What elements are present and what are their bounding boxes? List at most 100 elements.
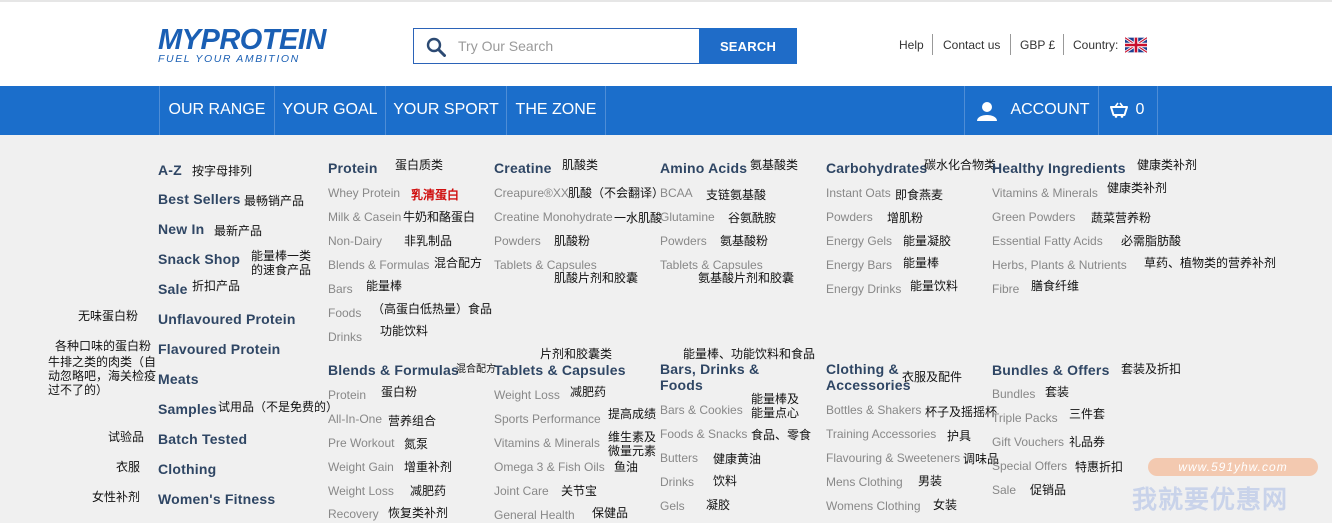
menu-link[interactable]: Instant Oats: [826, 186, 891, 201]
nav-your-goal[interactable]: YOUR GOAL: [275, 86, 385, 135]
menu-link[interactable]: Weight Loss: [328, 484, 394, 499]
menu-link[interactable]: Glutamine: [660, 210, 715, 225]
menu-link[interactable]: Whey Protein: [328, 186, 400, 201]
menu-link[interactable]: Weight Loss: [494, 388, 560, 403]
menu-link[interactable]: Gels: [660, 499, 685, 514]
menu-heading-blends-formulas[interactable]: Blends & Formulas: [328, 361, 459, 379]
menu-heading-creatine[interactable]: Creatine: [494, 159, 552, 177]
basket-count[interactable]: 0: [1132, 86, 1148, 135]
menu-link-samples[interactable]: Samples: [158, 400, 217, 418]
menu-note: 减肥药: [570, 385, 607, 399]
nav-the-zone[interactable]: THE ZONE: [507, 86, 605, 135]
menu-note: 氨基酸粉: [720, 234, 769, 248]
menu-link[interactable]: Pre Workout: [328, 436, 394, 451]
menu-link[interactable]: Drinks: [660, 475, 694, 490]
menu-link[interactable]: Triple Packs: [992, 411, 1058, 426]
nav-your-sport[interactable]: YOUR SPORT: [386, 86, 506, 135]
menu-link-unflavoured-protein[interactable]: Unflavoured Protein: [158, 310, 296, 328]
menu-link[interactable]: Vitamins & Minerals: [494, 436, 600, 451]
menu-link[interactable]: Weight Gain: [328, 460, 394, 475]
menu-link[interactable]: Training Accessories: [826, 427, 936, 442]
menu-link[interactable]: Sports Performance: [494, 412, 601, 427]
menu-link[interactable]: Mens Clothing: [826, 475, 903, 490]
search-button[interactable]: SEARCH: [699, 28, 797, 64]
menu-link-sale[interactable]: Sale: [158, 280, 188, 298]
menu-link[interactable]: Gift Vouchers: [992, 435, 1064, 450]
menu-link[interactable]: Foods: [328, 306, 361, 321]
menu-link-clothing[interactable]: Clothing: [158, 460, 216, 478]
menu-link[interactable]: Bars & Cookies: [660, 403, 743, 418]
menu-heading-protein[interactable]: Protein: [328, 159, 378, 177]
menu-heading-tablets-capsules[interactable]: Tablets & Capsules: [494, 361, 626, 379]
watermark: www.591yhw.com 我就要优惠网: [1118, 455, 1332, 519]
menu-link[interactable]: Recovery: [328, 507, 379, 522]
menu-link[interactable]: Fibre: [992, 282, 1019, 297]
menu-link-a-z[interactable]: A-Z: [158, 161, 182, 179]
menu-link[interactable]: Butters: [660, 451, 698, 466]
menu-link[interactable]: Creapure®XX: [494, 186, 569, 201]
menu-link[interactable]: Energy Drinks: [826, 282, 901, 297]
menu-link[interactable]: Vitamins & Minerals: [992, 186, 1098, 201]
menu-link[interactable]: Protein: [328, 388, 366, 403]
menu-link[interactable]: All-In-One: [328, 412, 382, 427]
menu-link[interactable]: Powders: [660, 234, 707, 249]
search-input[interactable]: [458, 30, 694, 62]
country-label[interactable]: Country:: [1073, 37, 1118, 53]
menu-link[interactable]: Bottles & Shakers: [826, 403, 921, 418]
menu-link[interactable]: Energy Bars: [826, 258, 892, 273]
menu-link[interactable]: Drinks: [328, 330, 362, 345]
menu-heading-bundles-offers[interactable]: Bundles & Offers: [992, 361, 1110, 379]
menu-link[interactable]: BCAA: [660, 186, 693, 201]
menu-heading-carbohydrates[interactable]: Carbohydrates: [826, 159, 927, 177]
menu-link[interactable]: Powders: [826, 210, 873, 225]
menu-link[interactable]: Joint Care: [494, 484, 549, 499]
nav-divider: [1098, 86, 1099, 135]
logo-tagline: FUEL YOUR AMBITION: [158, 53, 300, 65]
menu-note: 必需脂肪酸: [1121, 234, 1182, 248]
menu-heading-clothing-accessories[interactable]: Clothing & Accessories: [826, 361, 911, 393]
menu-link[interactable]: Powders: [494, 234, 541, 249]
menu-link[interactable]: Flavouring & Sweeteners: [826, 451, 960, 466]
menu-link-best-sellers[interactable]: Best Sellers: [158, 190, 241, 208]
menu-link-meats[interactable]: Meats: [158, 370, 199, 388]
menu-link-batch-tested[interactable]: Batch Tested: [158, 430, 247, 448]
account-icon[interactable]: [977, 101, 997, 121]
myprotein-logo[interactable]: MYPROTEIN FUEL YOUR AMBITION: [158, 24, 344, 68]
menu-link[interactable]: General Health: [494, 508, 575, 523]
currency-selector[interactable]: GBP £: [1020, 37, 1055, 53]
menu-link[interactable]: Foods & Snacks: [660, 427, 747, 442]
menu-note: 增肌粉: [887, 211, 924, 225]
logo-wordmark: MYPROTEIN: [158, 24, 326, 56]
menu-link[interactable]: Essential Fatty Acids: [992, 234, 1103, 249]
menu-link[interactable]: Green Powders: [992, 210, 1075, 225]
menu-link[interactable]: Womens Clothing: [826, 499, 921, 514]
menu-link[interactable]: Omega 3 & Fish Oils: [494, 460, 605, 475]
menu-link[interactable]: Sale: [992, 483, 1016, 498]
menu-link[interactable]: Creatine Monohydrate: [494, 210, 613, 225]
menu-link[interactable]: Blends & Formulas: [328, 258, 429, 273]
menu-link-flavoured-protein[interactable]: Flavoured Protein: [158, 340, 280, 358]
menu-link-womens-fitness[interactable]: Women's Fitness: [158, 490, 275, 508]
menu-link[interactable]: Special Offers: [992, 459, 1067, 474]
menu-link[interactable]: Milk & Casein: [328, 210, 401, 225]
menu-note: 关节宝: [561, 484, 598, 498]
menu-heading-amino-acids[interactable]: Amino Acids: [660, 159, 747, 177]
menu-link-snack-shop[interactable]: Snack Shop: [158, 250, 240, 268]
menu-heading-bars-drinks-foods[interactable]: Bars, Drinks & Foods: [660, 361, 759, 393]
account-link[interactable]: ACCOUNT: [1005, 86, 1095, 135]
menu-note: 饮料: [713, 474, 738, 488]
menu-heading-healthy-ingredients[interactable]: Healthy Ingredients: [992, 159, 1126, 177]
menu-note: 肌酸（不会翻译）: [568, 186, 665, 200]
menu-link[interactable]: Non-Dairy: [328, 234, 382, 249]
menu-link[interactable]: Bundles: [992, 387, 1035, 402]
menu-note: 杯子及摇摇杯: [925, 405, 998, 419]
menu-link[interactable]: Herbs, Plants & Nutrients: [992, 258, 1127, 273]
nav-our-range[interactable]: OUR RANGE: [160, 86, 274, 135]
menu-link-new-in[interactable]: New In: [158, 220, 204, 238]
contact-us-link[interactable]: Contact us: [943, 37, 1000, 53]
menu-link[interactable]: Bars: [328, 282, 353, 297]
menu-link[interactable]: Energy Gels: [826, 234, 892, 249]
help-link[interactable]: Help: [899, 37, 924, 53]
basket-icon[interactable]: [1110, 102, 1128, 118]
uk-flag-icon[interactable]: [1125, 37, 1147, 53]
